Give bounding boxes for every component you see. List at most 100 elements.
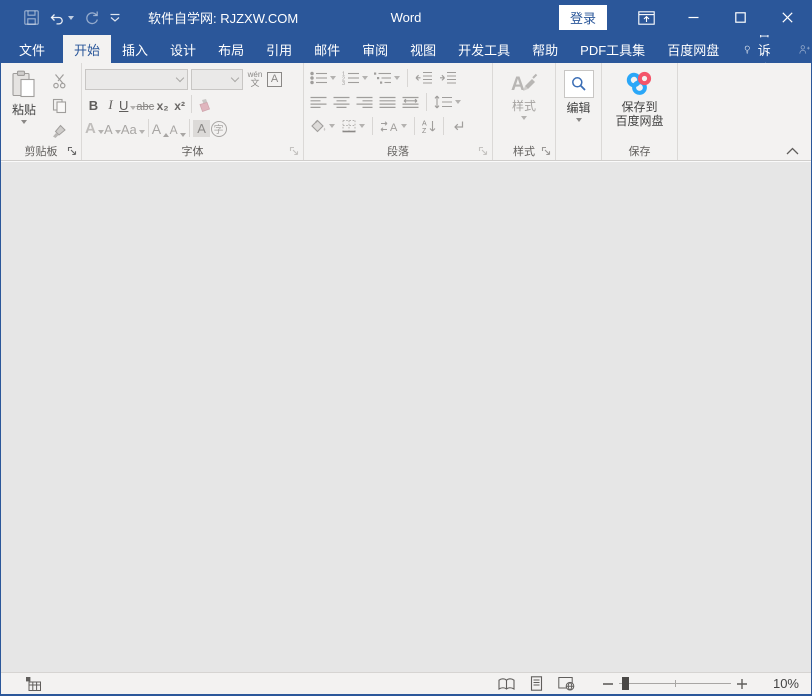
font-color-dropdown-arrow[interactable]: [115, 130, 121, 134]
ribbon-display-options-button[interactable]: [623, 0, 670, 35]
paste-icon: [11, 70, 37, 100]
clipboard-dialog-launcher[interactable]: [66, 145, 77, 156]
tab-home[interactable]: 开始: [63, 35, 111, 63]
document-area[interactable]: [1, 161, 811, 672]
close-button[interactable]: [764, 0, 811, 35]
enclose-character-button[interactable]: 字: [210, 118, 227, 139]
font-name-combobox[interactable]: [85, 69, 188, 90]
tab-view[interactable]: 视图: [399, 35, 447, 63]
line-spacing-button[interactable]: [432, 92, 463, 112]
collapse-ribbon-button[interactable]: [786, 147, 799, 155]
borders-button[interactable]: [339, 116, 367, 136]
enclose-characters-button[interactable]: A: [267, 72, 282, 87]
font-dialog-launcher[interactable]: [288, 145, 299, 156]
maximize-button[interactable]: [717, 0, 764, 35]
tab-mailings[interactable]: 邮件: [303, 35, 351, 63]
tab-pdf-tools[interactable]: PDF工具集: [569, 35, 656, 63]
copy-button[interactable]: [47, 96, 71, 116]
superscript-button[interactable]: x²: [171, 94, 188, 115]
phonetic-guide-button[interactable]: wén 文: [246, 71, 264, 87]
minimize-icon: [688, 12, 699, 23]
read-mode-button[interactable]: [491, 673, 521, 694]
underline-button[interactable]: U: [119, 94, 136, 115]
tab-file[interactable]: 文件: [5, 35, 59, 63]
macro-recording-button[interactable]: [26, 677, 41, 691]
tab-developer[interactable]: 开发工具: [447, 35, 521, 63]
undo-button[interactable]: [44, 6, 79, 30]
web-layout-button[interactable]: [551, 673, 581, 694]
change-case-button[interactable]: Aa: [121, 118, 145, 139]
format-painter-button[interactable]: [47, 121, 71, 141]
print-layout-button[interactable]: [521, 673, 551, 694]
tab-help[interactable]: 帮助: [521, 35, 569, 63]
undo-dropdown-arrow[interactable]: [68, 16, 74, 20]
justify-button[interactable]: [377, 92, 398, 112]
shading-dropdown-arrow[interactable]: [329, 124, 335, 128]
paragraph-dialog-launcher[interactable]: [477, 145, 488, 156]
editing-dropdown-arrow[interactable]: [576, 118, 582, 122]
zoom-out-button[interactable]: [597, 673, 619, 694]
tab-baidu-netdisk[interactable]: 百度网盘: [656, 35, 730, 63]
cut-button[interactable]: [47, 71, 71, 91]
styles-dropdown-arrow[interactable]: [521, 116, 527, 120]
paste-dropdown-arrow[interactable]: [21, 120, 27, 124]
share-button[interactable]: 共享: [787, 35, 812, 63]
sort-button[interactable]: A Z: [420, 116, 438, 136]
line-spacing-dropdown-arrow[interactable]: [455, 100, 461, 104]
zoom-in-button[interactable]: [731, 673, 753, 694]
numbering-button[interactable]: 1 2 3: [340, 68, 370, 88]
zoom-level[interactable]: 10%: [759, 676, 799, 691]
login-button[interactable]: 登录: [559, 5, 607, 30]
decrease-indent-icon: [415, 71, 433, 85]
editing-button[interactable]: 编辑: [564, 66, 594, 141]
multilevel-dropdown-arrow[interactable]: [394, 76, 400, 80]
show-hide-marks-button[interactable]: [449, 116, 467, 136]
align-left-button[interactable]: [308, 92, 329, 112]
paste-button[interactable]: 粘贴: [1, 66, 47, 141]
tab-insert[interactable]: 插入: [111, 35, 159, 63]
multilevel-list-button[interactable]: [372, 68, 402, 88]
change-case-dropdown-arrow[interactable]: [139, 130, 145, 134]
tab-review[interactable]: 审阅: [351, 35, 399, 63]
clear-formatting-button[interactable]: [195, 94, 212, 115]
styles-button[interactable]: A 样式: [509, 66, 539, 141]
shrink-font-button[interactable]: A: [169, 118, 186, 139]
distribute-icon: [402, 96, 419, 109]
character-shading-button[interactable]: A: [193, 118, 210, 139]
sort-z-glyph: Z: [422, 128, 427, 133]
asian-layout-button[interactable]: A: [378, 116, 409, 136]
bold-button[interactable]: B: [85, 94, 102, 115]
save-to-baidu-netdisk-button[interactable]: 保存到 百度网盘: [615, 66, 663, 141]
grow-font-button[interactable]: A: [152, 118, 169, 139]
customize-quick-access-button[interactable]: [104, 6, 126, 30]
align-right-button[interactable]: [354, 92, 375, 112]
minimize-button[interactable]: [670, 0, 717, 35]
font-size-combobox[interactable]: [191, 69, 243, 90]
borders-dropdown-arrow[interactable]: [359, 124, 365, 128]
distribute-button[interactable]: [400, 92, 421, 112]
tell-me-box[interactable]: 告诉我: [734, 35, 787, 63]
font-color-button[interactable]: A: [104, 118, 121, 139]
bullets-dropdown-arrow[interactable]: [330, 76, 336, 80]
decrease-indent-button[interactable]: [413, 68, 435, 88]
line-spacing-icon: [434, 95, 453, 109]
bullets-button[interactable]: [308, 68, 338, 88]
strikethrough-button[interactable]: abc: [136, 94, 154, 115]
align-center-button[interactable]: [331, 92, 352, 112]
tab-references[interactable]: 引用: [255, 35, 303, 63]
zoom-slider-thumb[interactable]: [622, 677, 629, 690]
numbering-dropdown-arrow[interactable]: [362, 76, 368, 80]
shading-button[interactable]: [308, 116, 337, 136]
save-button[interactable]: [19, 6, 44, 30]
subscript-button[interactable]: x₂: [154, 94, 171, 115]
text-effects-button[interactable]: A: [85, 118, 104, 139]
increase-indent-button[interactable]: [437, 68, 459, 88]
styles-dialog-launcher[interactable]: [540, 145, 551, 156]
asian-layout-dropdown-arrow[interactable]: [401, 124, 407, 128]
tab-design[interactable]: 设计: [159, 35, 207, 63]
italic-button[interactable]: I: [102, 94, 119, 115]
tab-layout[interactable]: 布局: [207, 35, 255, 63]
maximize-icon: [735, 12, 746, 23]
zoom-slider[interactable]: [619, 673, 731, 694]
redo-button[interactable]: [79, 6, 104, 30]
